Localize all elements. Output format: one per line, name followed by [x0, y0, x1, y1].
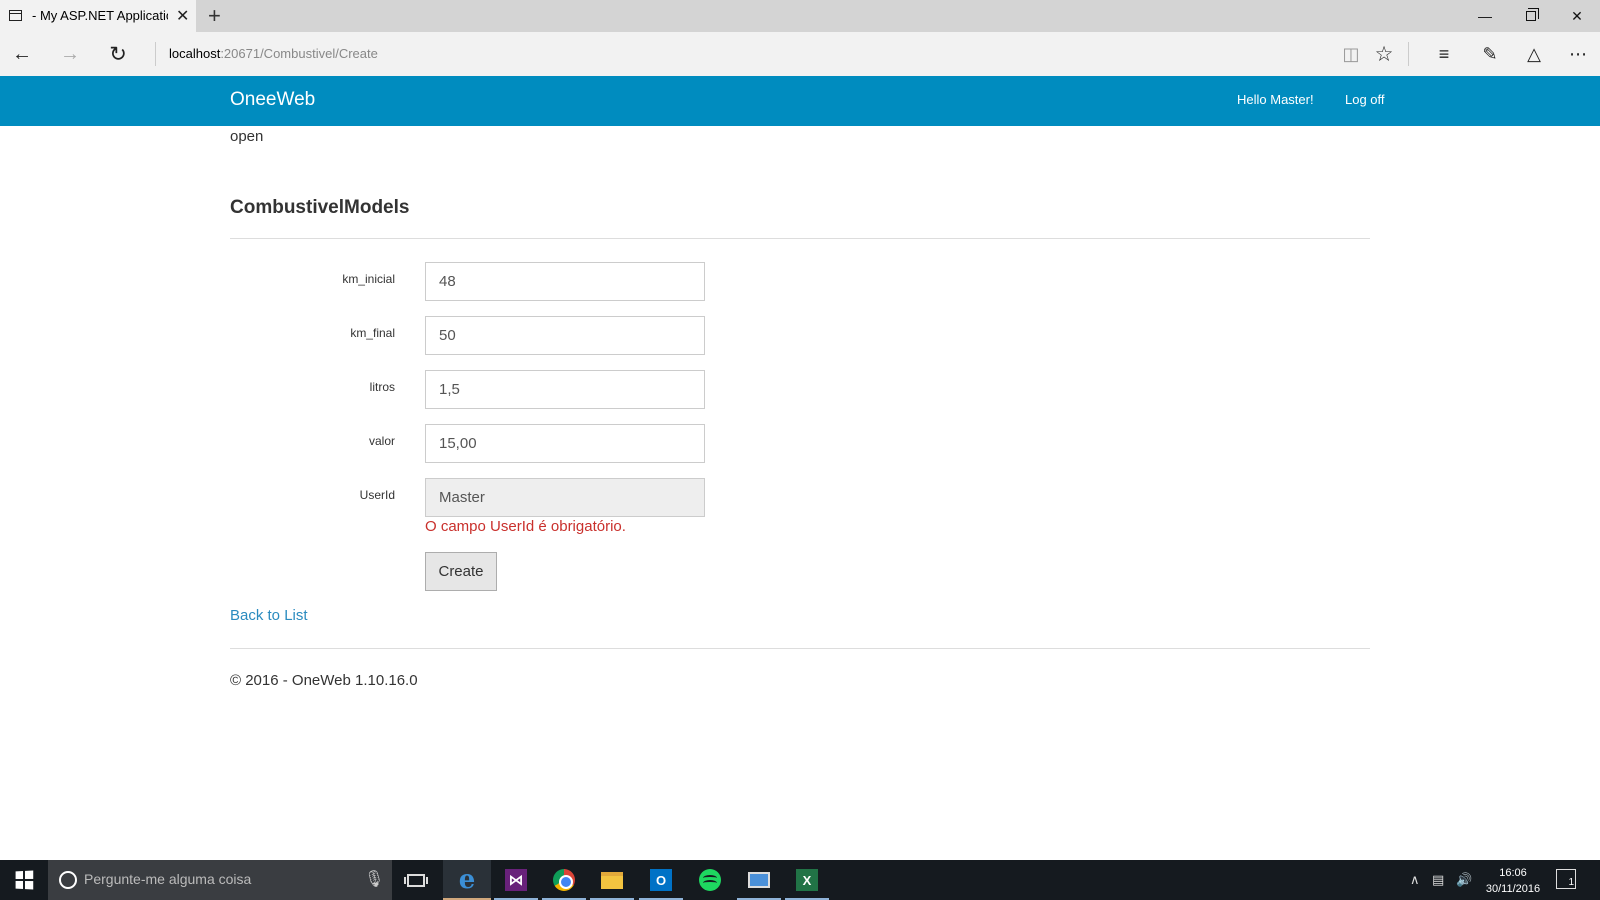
notification-count: 1	[1568, 877, 1574, 888]
tab-title: - My ASP.NET Applicatio	[32, 8, 168, 23]
clock[interactable]: 16:06 30/11/2016	[1478, 865, 1548, 897]
close-icon: ✕	[1571, 7, 1583, 24]
window-restore-button[interactable]	[1508, 0, 1554, 32]
start-button[interactable]	[0, 860, 48, 900]
window-minimize-button[interactable]: —	[1462, 0, 1508, 32]
taskbar-app-edge[interactable]: e	[443, 860, 491, 900]
clock-time: 16:06	[1499, 867, 1527, 879]
forward-button[interactable]: →	[54, 38, 86, 70]
hub-icon: ≡	[1438, 43, 1450, 64]
show-hidden-icons-button[interactable]: ∧	[1410, 860, 1420, 900]
outlook-icon: O	[650, 869, 672, 891]
back-button[interactable]: ←	[6, 38, 38, 70]
taskbar-app-outlook[interactable]: O	[637, 860, 685, 900]
browser-toolbar: ← → ↻ localhost:20671/Combustivel/Create…	[0, 32, 1600, 76]
volume-button[interactable]: 🔊	[1456, 860, 1472, 900]
site-navbar: OneeWeb Hello Master! Log off	[0, 76, 1600, 126]
valor-input[interactable]	[425, 424, 705, 463]
taskbar-app-remote-desktop[interactable]	[735, 860, 783, 900]
clock-date: 30/11/2016	[1485, 883, 1541, 895]
chevron-up-icon: ∧	[1410, 872, 1420, 887]
cortana-icon	[59, 871, 77, 889]
page-icon	[9, 10, 22, 21]
reading-view-button[interactable]: ◫	[1335, 38, 1367, 70]
arrow-left-icon: ←	[12, 42, 32, 65]
action-center-button[interactable]: 1	[1556, 869, 1576, 889]
userid-input[interactable]	[425, 478, 705, 517]
refresh-icon: ↻	[109, 42, 127, 66]
refresh-button[interactable]: ↻	[102, 38, 134, 70]
log-off-link[interactable]: Log off	[1345, 92, 1385, 107]
spotify-icon	[699, 869, 721, 891]
network-button[interactable]: ▤	[1432, 860, 1444, 900]
validation-error: O campo UserId é obrigatório.	[425, 518, 626, 535]
tab-close-icon[interactable]: ✕	[176, 6, 189, 26]
favorite-button[interactable]: ☆	[1368, 38, 1400, 70]
km-final-input[interactable]	[425, 316, 705, 355]
url-host: localhost	[169, 46, 221, 61]
valor-label: valor	[368, 434, 395, 448]
address-bar[interactable]: localhost:20671/Combustivel/Create	[169, 46, 378, 61]
windows-taskbar: Pergunte-me alguma coisa 🎙 e ⋈ O X ∧ ▤ 🔊…	[0, 860, 1600, 900]
more-icon: ⋯	[1569, 43, 1587, 64]
restore-icon	[1526, 8, 1539, 21]
page-title: CombustivelModels	[230, 197, 410, 218]
windows-logo-icon	[15, 870, 34, 890]
task-view-icon	[404, 873, 428, 887]
search-placeholder: Pergunte-me alguma coisa	[84, 871, 252, 887]
network-icon: ▤	[1432, 872, 1445, 887]
star-icon: ☆	[1374, 42, 1394, 66]
km-inicial-label: km_inicial	[342, 272, 395, 286]
litros-label: litros	[369, 380, 395, 394]
taskbar-app-spotify[interactable]	[686, 860, 734, 900]
taskbar-app-excel[interactable]: X	[783, 860, 831, 900]
excel-icon: X	[796, 869, 818, 891]
microphone-icon[interactable]: 🎙	[364, 869, 384, 889]
visual-studio-icon: ⋈	[505, 869, 527, 891]
taskbar-app-chrome[interactable]	[540, 860, 588, 900]
remote-desktop-icon	[748, 872, 770, 888]
taskbar-app-visual-studio[interactable]: ⋈	[492, 860, 540, 900]
window-close-button[interactable]: ✕	[1554, 0, 1600, 32]
minimize-icon: —	[1478, 8, 1492, 24]
book-icon: ◫	[1342, 43, 1360, 64]
url-path: :20671/Combustivel/Create	[220, 46, 378, 61]
userid-label: UserId	[359, 488, 395, 502]
more-button[interactable]: ⋯	[1562, 38, 1594, 70]
back-to-list-link[interactable]: Back to List	[230, 607, 308, 624]
brand-link[interactable]: OneeWeb	[230, 89, 315, 111]
file-explorer-icon	[601, 871, 623, 889]
task-view-button[interactable]	[392, 860, 440, 900]
footer-text: © 2016 - OneWeb 1.10.16.0	[230, 672, 418, 689]
web-note-button[interactable]: ✎	[1474, 38, 1506, 70]
share-button[interactable]: △	[1518, 38, 1550, 70]
hub-button[interactable]: ≡	[1428, 38, 1460, 70]
km-final-label: km_final	[350, 326, 395, 340]
divider	[230, 238, 1370, 239]
divider	[155, 42, 156, 66]
status-text: open	[230, 128, 264, 145]
chrome-icon	[553, 869, 575, 891]
km-inicial-input[interactable]	[425, 262, 705, 301]
cortana-search-box[interactable]: Pergunte-me alguma coisa 🎙	[48, 860, 392, 900]
browser-tab-strip: - My ASP.NET Applicatio ✕ + — ✕	[0, 0, 1600, 32]
divider	[1408, 42, 1409, 66]
share-icon: △	[1527, 43, 1541, 64]
create-button[interactable]: Create	[425, 552, 497, 591]
pen-icon: ✎	[1482, 43, 1498, 64]
taskbar-app-file-explorer[interactable]	[588, 860, 636, 900]
litros-input[interactable]	[425, 370, 705, 409]
new-tab-button[interactable]: +	[208, 3, 221, 29]
speaker-icon: 🔊	[1456, 872, 1473, 887]
browser-tab[interactable]: - My ASP.NET Applicatio ✕	[0, 0, 196, 32]
hello-user-link[interactable]: Hello Master!	[1237, 92, 1314, 107]
divider	[230, 648, 1370, 649]
arrow-right-icon: →	[60, 42, 80, 65]
edge-icon: e	[458, 865, 476, 895]
